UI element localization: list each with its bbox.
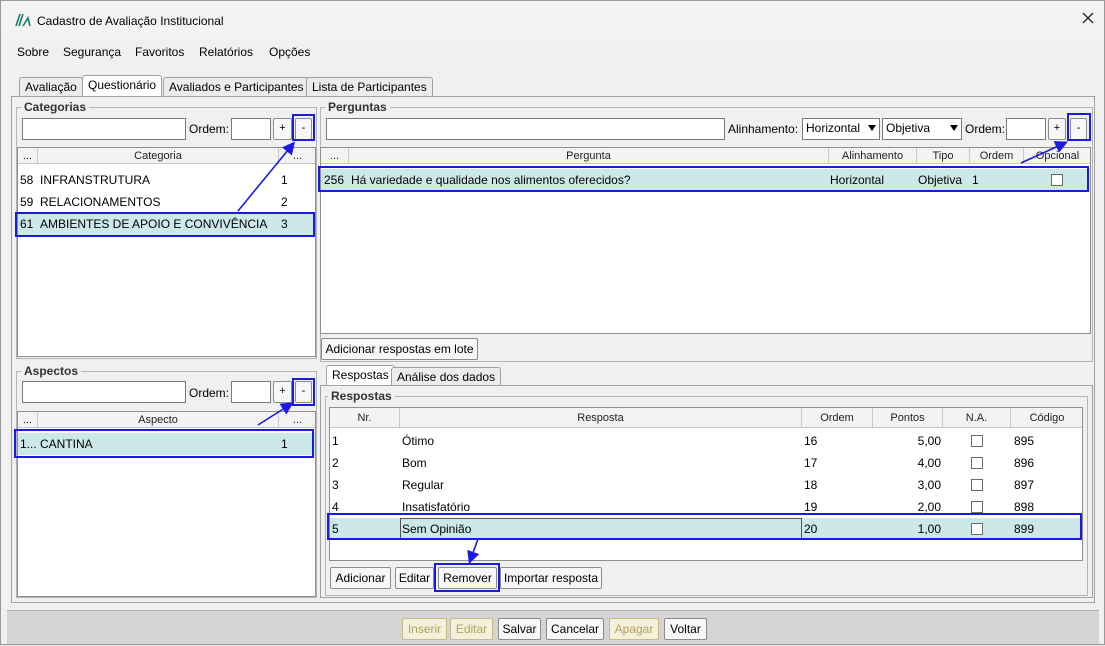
app-window: Cadastro de Avaliação Institucional Sobr… (0, 0, 1105, 645)
apagar-button[interactable]: Apagar (609, 618, 659, 640)
editar-button[interactable]: Editar (450, 618, 493, 640)
arrow-line (467, 538, 480, 565)
voltar-button[interactable]: Voltar (664, 618, 707, 640)
arrow-line (257, 402, 294, 426)
cancelar-button[interactable]: Cancelar (546, 618, 604, 640)
arrow-line (237, 141, 296, 212)
annotation-arrows (237, 141, 1068, 565)
inserir-button[interactable]: Inserir (402, 618, 447, 640)
arrow-line (1020, 141, 1068, 164)
salvar-button[interactable]: Salvar (498, 618, 541, 640)
